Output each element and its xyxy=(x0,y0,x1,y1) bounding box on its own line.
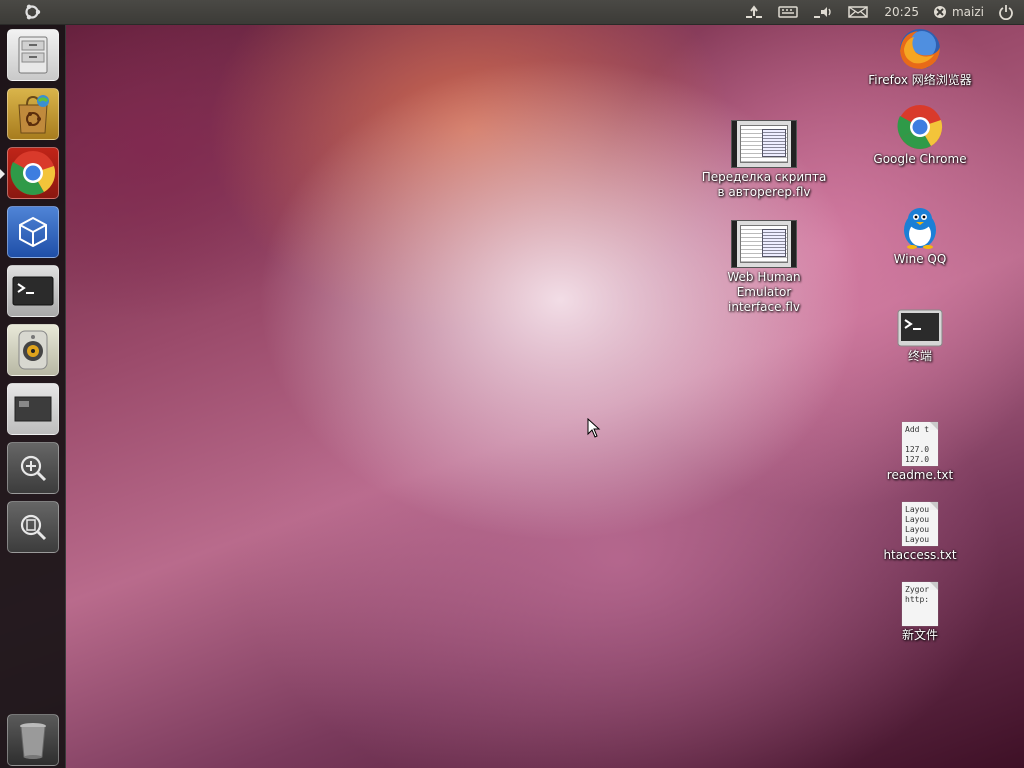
trash-icon xyxy=(20,723,46,759)
user-name: maizi xyxy=(951,5,984,19)
desktop-icon-readme[interactable]: Add t 127.0 127.0 readme.txt xyxy=(855,422,985,483)
text-file-icon: Add t 127.0 127.0 xyxy=(902,422,938,466)
desktop-icon-label: readme.txt xyxy=(886,468,954,482)
video-thumbnail-icon xyxy=(731,120,797,168)
file-search-icon xyxy=(20,514,47,541)
launcher-item-applications-lens[interactable] xyxy=(7,442,59,494)
keyboard-indicator[interactable] xyxy=(772,0,804,24)
penguin-icon xyxy=(904,208,936,249)
launcher-item-chrome[interactable] xyxy=(7,147,59,199)
video-thumbnail-icon xyxy=(731,220,797,268)
desktop-icon-firefox[interactable]: Firefox 网络浏览器 xyxy=(855,25,985,88)
power-icon xyxy=(999,5,1013,20)
running-indicator xyxy=(0,169,5,179)
desktop-icon-label: Google Chrome xyxy=(873,152,967,166)
launcher-item-files-lens[interactable] xyxy=(7,501,59,553)
shopping-bag-icon xyxy=(18,95,49,134)
desktop-icon-label: 新文件 xyxy=(901,628,938,642)
session-indicator[interactable] xyxy=(992,0,1020,24)
launcher-item-terminal[interactable] xyxy=(7,265,59,317)
launcher-item-files[interactable] xyxy=(7,29,59,81)
text-file-icon: Zygor http: xyxy=(902,582,938,626)
speaker-icon xyxy=(18,330,48,370)
text-file-icon: Layou Layou Layou Layou xyxy=(902,502,938,546)
mail-icon xyxy=(848,6,869,18)
desktop-icon-video-script[interactable]: Переделка скрипта в автореrер.flv xyxy=(699,120,829,200)
volume-icon xyxy=(814,7,832,18)
terminal-icon xyxy=(897,309,943,347)
ubuntu-logo-icon xyxy=(25,4,41,20)
zoom-plus-icon xyxy=(20,455,47,482)
panel-indicators: 20:25 maizi xyxy=(738,0,1024,24)
launcher-item-workspace-switcher[interactable] xyxy=(7,383,59,435)
window-icon xyxy=(14,396,52,422)
desktop-icon-label: Web Human Emulator interface.flv xyxy=(727,270,801,314)
network-icon xyxy=(746,5,763,18)
file-cabinet-icon xyxy=(18,36,48,74)
desktop-icon-htaccess[interactable]: Layou Layou Layou Layou htaccess.txt xyxy=(855,502,985,563)
terminal-icon xyxy=(12,276,54,306)
chrome-icon xyxy=(897,105,943,149)
network-indicator[interactable] xyxy=(738,0,770,24)
keyboard-icon xyxy=(778,6,799,18)
desktop-icon-label: Wine QQ xyxy=(893,252,947,266)
messaging-indicator[interactable] xyxy=(842,0,876,24)
desktop-icon-wine-qq[interactable]: Wine QQ xyxy=(855,204,985,267)
firefox-icon xyxy=(900,29,940,69)
launcher-item-virtualbox[interactable] xyxy=(7,206,59,258)
launcher xyxy=(0,25,66,768)
desktop-icon-label: 终端 xyxy=(907,349,932,363)
desktop-icon-terminal[interactable]: 终端 xyxy=(855,309,985,364)
launcher-item-software-center[interactable] xyxy=(7,88,59,140)
desktop-icon-google-chrome[interactable]: Google Chrome xyxy=(855,104,985,167)
virtualbox-cube-icon xyxy=(19,216,47,248)
volume-indicator[interactable] xyxy=(806,0,840,24)
desktop-icon-video-emulator[interactable]: Web Human Emulator interface.flv xyxy=(699,220,829,315)
desktop-icon-new-file[interactable]: Zygor http: 新文件 xyxy=(855,582,985,643)
desktop-icon-label: htaccess.txt xyxy=(883,548,957,562)
clock[interactable]: 20:25 xyxy=(878,0,925,24)
user-status-icon xyxy=(933,6,946,18)
ubuntu-logo-button[interactable] xyxy=(0,0,64,24)
mouse-pointer-icon xyxy=(587,418,601,438)
chrome-icon xyxy=(10,151,56,195)
desktop-icon-label: Переделка скрипта в автореrер.flv xyxy=(701,170,827,199)
launcher-item-rhythmbox[interactable] xyxy=(7,324,59,376)
desktop-icon-label: Firefox 网络浏览器 xyxy=(868,73,972,87)
top-panel: 20:25 maizi xyxy=(0,0,1024,25)
launcher-item-trash[interactable] xyxy=(7,714,59,766)
user-indicator[interactable]: maizi xyxy=(927,0,990,24)
